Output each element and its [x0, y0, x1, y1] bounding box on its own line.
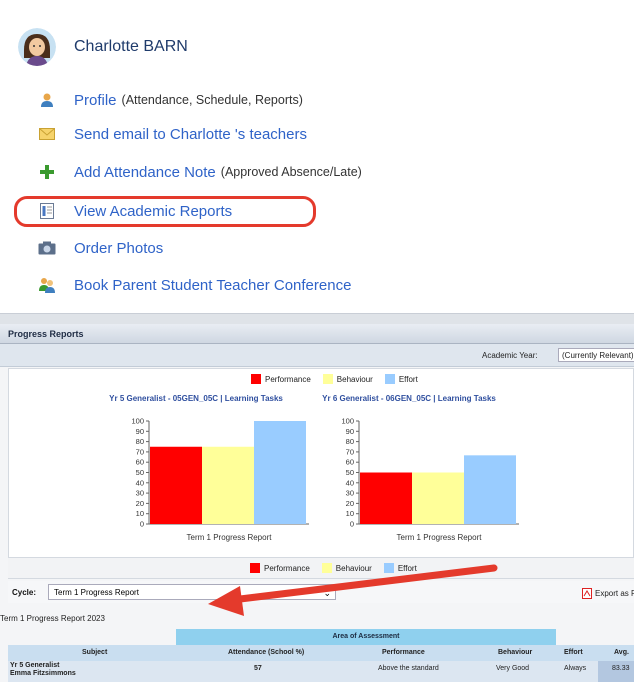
y-tick-label: 0	[350, 520, 354, 529]
pdf-icon	[582, 588, 592, 599]
cycle-select[interactable]: Term 1 Progress Report ⌄	[48, 584, 336, 600]
y-tick-label: 50	[136, 468, 144, 477]
y-tick-label: 10	[346, 509, 354, 518]
menu-item-academic-reports[interactable]: View Academic Reports	[38, 199, 232, 223]
chevron-down-icon: ⌄	[323, 588, 331, 598]
attendance-link[interactable]: Add Attendance Note	[74, 164, 216, 181]
menu-item-photos[interactable]: Order Photos	[38, 236, 163, 260]
area-of-assessment-header: Area of Assessment	[176, 629, 556, 645]
camera-icon	[38, 239, 56, 257]
x-category-label: Term 1 Progress Report	[397, 533, 483, 542]
behaviour-swatch-bottom	[321, 563, 332, 573]
bar-effort	[464, 455, 516, 524]
assessment-table: Area of Assessment Subject Attendance (S…	[0, 629, 634, 682]
y-tick-label: 90	[136, 427, 144, 436]
legend-behaviour-bottom: Behaviour	[321, 563, 372, 573]
col-attendance: Attendance (School %)	[228, 649, 305, 656]
col-behaviour: Behaviour	[498, 649, 533, 656]
behaviour-value: Very Good	[496, 665, 530, 672]
cycle-row: Cycle: Term 1 Progress Report ⌄ Export a…	[8, 581, 634, 603]
people-icon	[38, 276, 56, 294]
y-tick-label: 30	[346, 489, 354, 498]
legend-performance-label-bottom: Performance	[264, 563, 310, 573]
report-icon	[38, 202, 56, 220]
report-title: Term 1 Progress Report 2023	[0, 614, 105, 623]
y-tick-label: 70	[136, 447, 144, 456]
y-tick-label: 100	[131, 417, 144, 426]
student-name: Charlotte BARN	[74, 38, 188, 55]
plus-icon	[38, 163, 56, 181]
y-tick-label: 0	[140, 520, 144, 529]
chart-legend-bottom-row: Performance Behaviour Effort	[8, 557, 634, 579]
cycle-label: Cycle:	[12, 588, 37, 597]
bar-charts: Yr 5 Generalist - 05GEN_05C | Learning T…	[109, 394, 519, 542]
y-tick-label: 70	[346, 447, 354, 456]
avatar	[18, 28, 56, 66]
y-tick-label: 10	[136, 509, 144, 518]
legend-performance-bottom: Performance	[250, 563, 310, 573]
teacher-name: Emma Fitzsimmons	[10, 670, 76, 677]
progress-reports-header: Progress Reports	[0, 324, 634, 344]
menu-item-profile[interactable]: Profile (Attendance, Schedule, Reports)	[38, 88, 303, 112]
bar-behaviour	[412, 472, 464, 524]
y-tick-label: 80	[346, 437, 354, 446]
y-tick-label: 80	[136, 437, 144, 446]
student-panel: Charlotte BARN Profile (Attendance, Sche…	[0, 0, 634, 314]
academic-reports-link[interactable]: View Academic Reports	[74, 203, 232, 220]
y-tick-label: 60	[136, 458, 144, 467]
cycle-select-value: Term 1 Progress Report	[54, 588, 139, 597]
menu-item-attendance[interactable]: Add Attendance Note (Approved Absence/La…	[38, 160, 362, 184]
effort-swatch-bottom	[383, 563, 394, 573]
effort-value: Always	[564, 665, 587, 672]
academic-year-label: Academic Year:	[482, 351, 538, 360]
avg-value: 83.33	[612, 665, 630, 672]
bar-behaviour	[202, 446, 254, 524]
y-tick-label: 60	[346, 458, 354, 467]
menu-item-conference[interactable]: Book Parent Student Teacher Conference	[38, 273, 351, 297]
envelope-icon	[38, 125, 56, 143]
y-tick-label: 50	[346, 468, 354, 477]
progress-reports-panel: Progress Reports Academic Year: (Current…	[0, 324, 634, 682]
profile-link[interactable]: Profile	[74, 92, 117, 109]
charts-area: Performance Behaviour Effort Yr 5 Genera…	[8, 368, 634, 564]
profile-sub: (Attendance, Schedule, Reports)	[121, 93, 303, 107]
y-tick-label: 30	[136, 489, 144, 498]
attendance-sub: (Approved Absence/Late)	[220, 165, 362, 179]
legend-behaviour-label-bottom: Behaviour	[335, 563, 372, 573]
table-header-row: Subject Attendance (School %) Performanc…	[8, 645, 634, 661]
col-subject: Subject	[82, 649, 108, 656]
y-tick-label: 100	[341, 417, 354, 426]
attendance-value: 57	[254, 665, 262, 672]
photos-link[interactable]: Order Photos	[74, 240, 163, 257]
y-tick-label: 20	[346, 499, 354, 508]
conference-link[interactable]: Book Parent Student Teacher Conference	[74, 277, 351, 294]
export-pdf-button[interactable]: Export as PD	[582, 588, 634, 599]
y-tick-label: 40	[136, 478, 144, 487]
legend-effort-bottom: Effort	[383, 563, 417, 573]
export-label: Export as PD	[595, 589, 634, 598]
table-row: Yr 5 Generalist Emma Fitzsimmons 57 Abov…	[8, 661, 634, 682]
y-tick-label: 20	[136, 499, 144, 508]
col-performance: Performance	[382, 649, 425, 656]
bar-performance	[360, 472, 412, 524]
x-category-label: Term 1 Progress Report	[187, 533, 273, 542]
bar-effort	[254, 421, 306, 524]
performance-value: Above the standard	[378, 665, 439, 672]
chart-legend-bottom: Performance Behaviour Effort	[250, 563, 429, 573]
y-tick-label: 40	[346, 478, 354, 487]
col-avg: Avg.	[614, 649, 629, 656]
academic-year-select[interactable]: (Currently Relevant)	[558, 348, 634, 362]
bar-performance	[150, 446, 202, 524]
y-tick-label: 90	[346, 427, 354, 436]
academic-year-row: Academic Year: (Currently Relevant)	[0, 344, 634, 367]
email-link[interactable]: Send email to Charlotte 's teachers	[74, 126, 307, 143]
student-header: Charlotte BARN	[18, 28, 188, 66]
menu-item-email[interactable]: Send email to Charlotte 's teachers	[38, 122, 307, 146]
chart-title: Yr 6 Generalist - 06GEN_05C | Learning T…	[322, 394, 496, 403]
col-effort: Effort	[564, 649, 583, 656]
user-icon	[38, 91, 56, 109]
performance-swatch-bottom	[250, 563, 260, 573]
chart-title: Yr 5 Generalist - 05GEN_05C | Learning T…	[109, 394, 283, 403]
legend-effort-label-bottom: Effort	[397, 563, 417, 573]
